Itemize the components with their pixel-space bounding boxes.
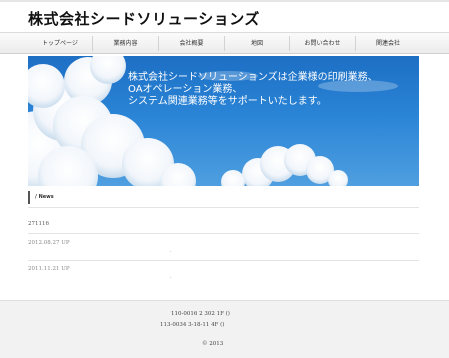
news-date: 2011.11.21 UP (28, 266, 70, 272)
nav-item-services[interactable]: 業務内容 (93, 33, 158, 54)
footer: 110-0016 2 302 1F () 113-0034 3-18-11 4F… (0, 300, 449, 358)
hero-line: システム関連業務等をサポートいたします。 (128, 96, 327, 107)
news-divider (28, 260, 419, 261)
site-title[interactable]: 株式会社シードソリューションズ (28, 8, 260, 29)
footer-copyright: © 2013 (202, 341, 224, 347)
nav-item-contact[interactable]: お問い合わせ (290, 33, 355, 54)
nav-item-map[interactable]: 地図 (225, 33, 289, 54)
news-item[interactable]: 271116 (28, 221, 49, 227)
news-item-text[interactable]: . (170, 274, 172, 280)
news-divider (28, 233, 419, 234)
hero-tagline: 株式会社シードソリューションズは企業様の印刷業務、 OAオペレーション業務、 シ… (128, 72, 418, 108)
news-divider (28, 207, 419, 208)
nav-item-company[interactable]: 会社概要 (159, 33, 224, 54)
news-item-text[interactable]: . (170, 248, 172, 254)
nav-item-top[interactable]: トップページ (28, 33, 92, 54)
footer-address-1: 110-0016 2 302 1F () (171, 311, 230, 317)
hero-line: OAオペレーション業務、 (128, 84, 243, 95)
hero-line: 株式会社シードソリューションズは企業様の印刷業務、 (128, 72, 378, 83)
hero-banner: 株式会社シードソリューションズは企業様の印刷業務、 OAオペレーション業務、 シ… (28, 56, 419, 186)
top-border (0, 0, 449, 2)
nav-item-affiliates[interactable]: 関連会社 (356, 33, 420, 54)
footer-address-2: 113-0034 3-18-11 4F () (160, 322, 225, 328)
global-nav: トップページ 業務内容 会社概要 地図 お問い合わせ 関連会社 (0, 32, 449, 54)
news-heading: / News (28, 191, 54, 204)
news-date: 2012.08.27 UP (28, 240, 70, 246)
